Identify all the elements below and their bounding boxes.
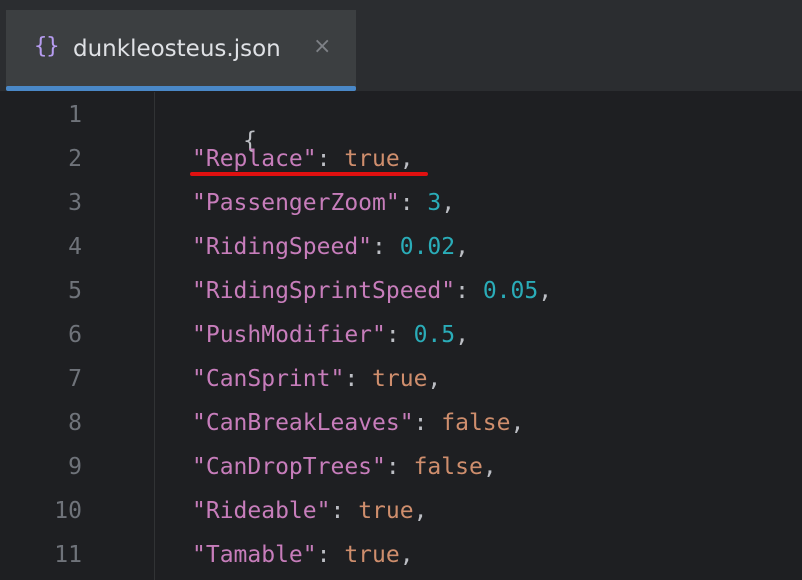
code-line[interactable]: "Replace": true, [192, 146, 414, 172]
json-key: "PassengerZoom" [192, 190, 400, 216]
json-value: false [441, 410, 511, 436]
json-comma: , [482, 454, 497, 480]
close-icon[interactable]: × [313, 34, 331, 59]
json-colon: : [385, 454, 414, 480]
code-line[interactable]: "Rideable": true, [192, 498, 427, 524]
code-editor[interactable]: 1 2 3 4 5 6 7 8 9 10 11 { "Replace": tru… [0, 92, 802, 580]
code-line[interactable]: "PassengerZoom": 3, [192, 190, 455, 216]
json-comma: , [510, 410, 525, 436]
line-number: 4 [68, 234, 82, 260]
json-colon: : [316, 542, 345, 568]
code-line[interactable]: "Tamable": true, [192, 542, 414, 568]
json-colon: : [330, 498, 359, 524]
json-comma: , [399, 146, 414, 172]
tab-dunkleosteus-json[interactable]: {} dunkleosteus.json × [6, 10, 356, 91]
json-comma: , [455, 234, 469, 260]
line-number: 2 [68, 146, 82, 172]
line-number: 5 [68, 278, 82, 304]
json-colon: : [316, 146, 345, 172]
line-number: 11 [54, 542, 82, 568]
json-colon: : [385, 322, 414, 348]
tab-title: dunkleosteus.json [73, 36, 281, 62]
json-value: 0.02 [399, 234, 456, 260]
code-line[interactable]: "PushModifier": 0.5, [192, 322, 469, 348]
json-value: false [413, 454, 483, 480]
code-line[interactable]: "CanDropTrees": false, [192, 454, 497, 480]
editor-tab-bar: {} dunkleosteus.json × [0, 0, 802, 92]
json-comma: , [455, 322, 469, 348]
json-colon: : [455, 278, 483, 304]
line-number-gutter: 1 2 3 4 5 6 7 8 9 10 11 [0, 92, 155, 580]
json-value: true [344, 146, 400, 172]
json-value: true [344, 542, 400, 568]
json-key: "Rideable" [192, 498, 331, 524]
json-braces-icon: {} [34, 34, 59, 59]
line-number: 7 [68, 366, 82, 392]
json-key: "Replace" [192, 146, 317, 172]
json-colon: : [372, 234, 400, 260]
json-comma: , [427, 366, 442, 392]
line-number: 3 [68, 190, 82, 216]
json-key: "Tamable" [192, 542, 317, 568]
json-value: true [372, 366, 428, 392]
code-line[interactable]: "CanSprint": true, [192, 366, 441, 392]
json-value: 0.5 [413, 322, 456, 348]
json-key: "PushModifier" [192, 322, 386, 348]
line-number: 9 [68, 454, 82, 480]
json-value: 3 [427, 190, 442, 216]
line-number: 6 [68, 322, 82, 348]
code-line[interactable]: "RidingSpeed": 0.02, [192, 234, 469, 260]
json-key: "CanBreakLeaves" [192, 410, 414, 436]
active-tab-indicator [6, 86, 356, 91]
json-value: true [358, 498, 414, 524]
line-number: 8 [68, 410, 82, 436]
json-comma: , [413, 498, 428, 524]
json-colon: : [399, 190, 428, 216]
json-key: "CanSprint" [192, 366, 345, 392]
json-key: "RidingSprintSpeed" [192, 278, 456, 304]
json-colon: : [413, 410, 442, 436]
red-annotation-underline [190, 172, 428, 176]
code-line[interactable]: "CanBreakLeaves": false, [192, 410, 524, 436]
json-key: "CanDropTrees" [192, 454, 386, 480]
json-comma: , [441, 190, 456, 216]
json-key: "RidingSpeed" [192, 234, 373, 260]
code-line[interactable]: "RidingSprintSpeed": 0.05, [192, 278, 552, 304]
json-comma: , [399, 542, 414, 568]
json-colon: : [344, 366, 373, 392]
json-value: 0.05 [482, 278, 539, 304]
json-comma: , [538, 278, 553, 304]
code-area[interactable]: { "Replace": true, "PassengerZoom": 3, "… [160, 92, 802, 580]
line-number: 1 [68, 102, 82, 128]
line-number: 10 [54, 498, 82, 524]
